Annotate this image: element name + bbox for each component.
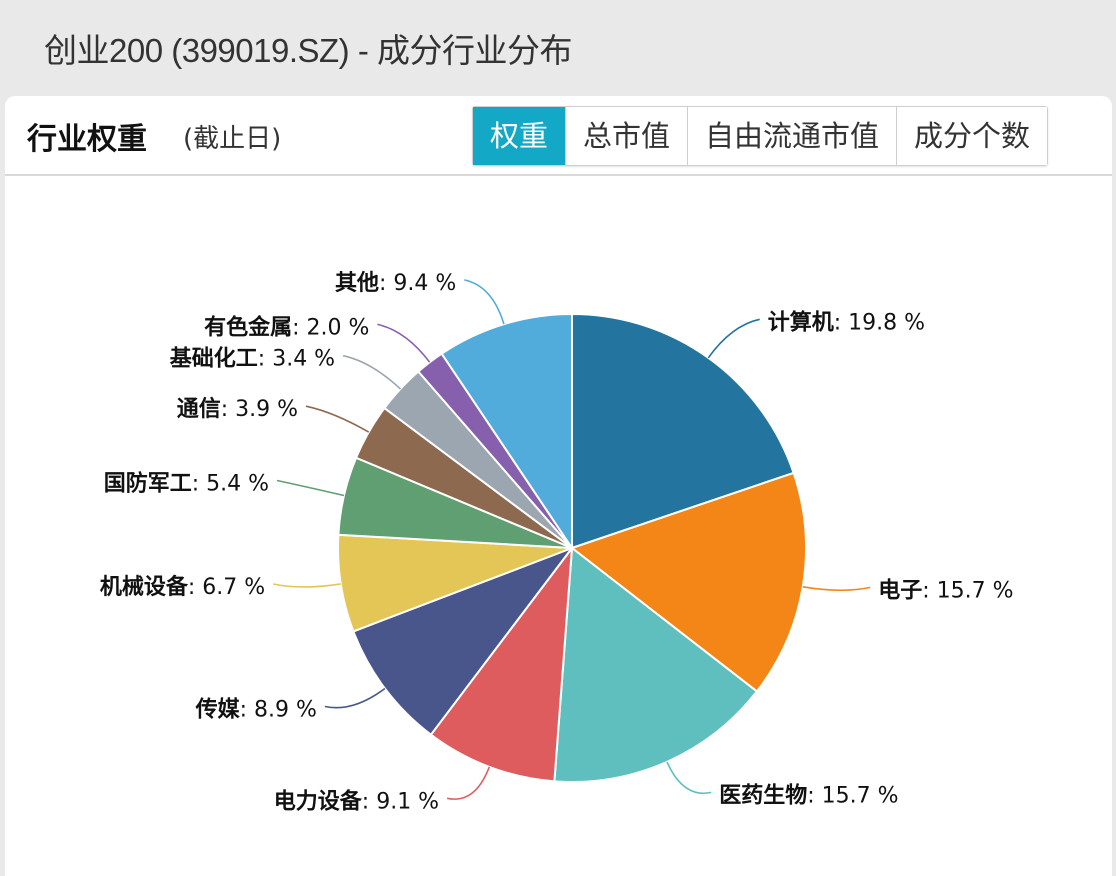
- data-label-name: 医药生物: [719, 782, 807, 808]
- data-label-value: : 3.4 %: [258, 347, 335, 372]
- data-label-value: : 19.8 %: [834, 310, 925, 335]
- leader-line: [377, 323, 431, 363]
- data-label: 国防军工: 5.4 %: [104, 472, 269, 497]
- leader-line: [276, 479, 345, 497]
- data-label: 医药生物: 15.7 %: [719, 782, 898, 808]
- data-label-name: 通信: [177, 396, 221, 422]
- data-label: 基础化工: 3.4 %: [170, 346, 335, 372]
- leader-line: [446, 766, 491, 800]
- data-label-name: 国防军工: [104, 472, 192, 497]
- data-label-name: 电力设备: [274, 788, 363, 814]
- leader-line: [666, 761, 712, 795]
- leader-line: [707, 318, 760, 359]
- data-label-name: 传媒: [195, 697, 241, 723]
- data-label-value: : 3.9 %: [221, 397, 298, 422]
- pie-slices: [336, 312, 807, 783]
- leader-line: [305, 405, 370, 433]
- data-label: 有色金属: 2.0 %: [204, 314, 369, 340]
- data-label-value: : 8.9 %: [240, 698, 317, 723]
- data-label: 通信: 3.9 %: [177, 396, 298, 422]
- pie-chart: 计算机: 19.8 %电子: 15.7 %医药生物: 15.7 %电力设备: 9…: [100, 271, 1014, 814]
- data-label-name: 电子: [878, 578, 922, 603]
- leader-line: [324, 687, 386, 709]
- data-label: 传媒: 8.9 %: [195, 697, 317, 723]
- data-label-name: 机械设备: [100, 574, 189, 600]
- data-label: 电力设备: 9.1 %: [274, 788, 439, 814]
- data-label-value: : 15.7 %: [922, 578, 1013, 603]
- data-label-name: 其他: [335, 271, 379, 296]
- leader-line: [273, 583, 341, 588]
- data-label: 计算机: 19.8 %: [768, 309, 925, 335]
- data-label: 电子: 15.7 %: [878, 578, 1013, 603]
- data-label-value: : 15.7 %: [807, 783, 898, 808]
- data-label-value: : 5.4 %: [192, 472, 269, 497]
- data-label-name: 有色金属: [204, 314, 292, 340]
- data-label-value: : 9.1 %: [362, 789, 439, 814]
- data-label-value: : 6.7 %: [188, 575, 265, 600]
- data-label-name: 计算机: [768, 309, 834, 335]
- leader-line: [464, 279, 505, 325]
- data-label-name: 基础化工: [170, 346, 258, 372]
- data-label-value: : 2.0 %: [292, 315, 369, 340]
- leader-line: [342, 354, 401, 390]
- data-label-value: : 9.4 %: [379, 271, 456, 296]
- data-label: 机械设备: 6.7 %: [100, 574, 265, 600]
- leader-line: [802, 586, 871, 592]
- data-label: 其他: 9.4 %: [335, 271, 456, 296]
